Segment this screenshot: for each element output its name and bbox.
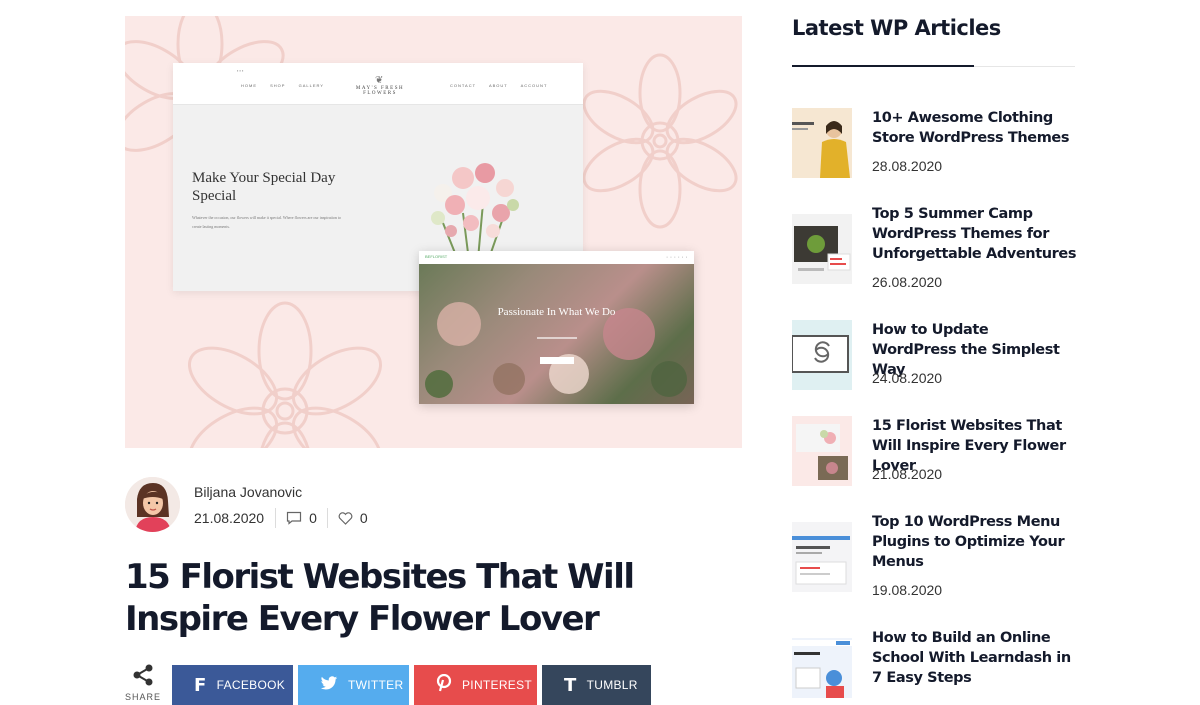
mockup-link: CONTACT xyxy=(450,83,477,88)
mockup-small-button xyxy=(540,357,574,364)
mockup-link: GALLERY xyxy=(298,83,324,88)
mockup-small-title: Passionate In What We Do xyxy=(497,306,616,318)
mockup-nav-tiny: ▪ ▪ ▪ xyxy=(237,68,244,73)
sidebar-article[interactable]: How to Update WordPress the Simplest Way… xyxy=(792,320,1077,392)
sidebar-article[interactable]: How to Build an Online School With Learn… xyxy=(792,628,1077,698)
facebook-label: FACEBOOK xyxy=(216,678,286,692)
leaf-icon: ❦ xyxy=(375,75,385,86)
sidebar-article[interactable]: Top 5 Summer Camp WordPress Themes for U… xyxy=(792,204,1077,294)
tumblr-share-button[interactable]: t TUMBLR xyxy=(542,665,651,705)
twitter-label: TWITTER xyxy=(348,678,404,692)
article-thumbnail[interactable] xyxy=(792,416,852,486)
share-label: SHARE xyxy=(125,692,162,702)
article-title[interactable]: 10+ Awesome Clothing Store WordPress The… xyxy=(872,108,1077,148)
mockup-nav-right-links: CONTACT ABOUT ACCOUNT xyxy=(450,83,558,88)
twitter-icon xyxy=(320,675,338,696)
author-name[interactable]: Biljana Jovanovic xyxy=(194,484,302,500)
author-avatar[interactable] xyxy=(125,477,180,532)
article-title[interactable]: Top 10 WordPress Menu Plugins to Optimiz… xyxy=(872,512,1077,572)
article-date: 26.08.2020 xyxy=(872,274,943,290)
article-title[interactable]: Top 5 Summer Camp WordPress Themes for U… xyxy=(872,204,1077,264)
mockup-link: HOME xyxy=(241,83,257,88)
mockup-small-logo: BEFLORIST xyxy=(425,254,448,259)
pinterest-label: PINTEREST xyxy=(462,678,533,692)
mockup-logo-text: MAY'S FRESH FLOWERS xyxy=(355,86,405,96)
sidebar-title-underline xyxy=(792,65,974,67)
article-thumbnail[interactable] xyxy=(792,108,852,178)
article-date: 19.08.2020 xyxy=(872,582,943,598)
mockup-nav-left-links: HOME SHOP GALLERY xyxy=(241,83,335,88)
featured-image[interactable]: ▪ ▪ ▪ HOME SHOP GALLERY ❦ MAY'S FRESH FL… xyxy=(125,16,742,448)
mockup-link: ACCOUNT xyxy=(520,83,548,88)
mockup-small-nav: BEFLORIST ▪ ▪ ▪ ▪ ▪ ▪ xyxy=(419,251,694,264)
article-thumbnail[interactable] xyxy=(792,522,852,592)
facebook-icon: f xyxy=(194,674,207,696)
article-title[interactable]: How to Build an Online School With Learn… xyxy=(872,628,1077,688)
article-thumbnail[interactable] xyxy=(792,320,852,390)
post-date: 21.08.2020 xyxy=(194,510,265,526)
mockup-nav: ▪ ▪ ▪ HOME SHOP GALLERY ❦ MAY'S FRESH FL… xyxy=(173,63,583,105)
article-thumbnail[interactable] xyxy=(792,638,852,698)
website-mockup-small: BEFLORIST ▪ ▪ ▪ ▪ ▪ ▪ Passionate In What… xyxy=(419,251,694,404)
heart-icon[interactable] xyxy=(338,511,353,525)
comment-icon[interactable] xyxy=(286,511,302,525)
mockup-logo: ❦ MAY'S FRESH FLOWERS xyxy=(342,75,418,97)
tumblr-icon: t xyxy=(564,674,577,696)
twitter-share-button[interactable]: TWITTER xyxy=(298,665,409,705)
meta-divider xyxy=(326,508,328,528)
facebook-share-button[interactable]: f FACEBOOK xyxy=(172,665,293,705)
article-thumbnail[interactable] xyxy=(792,214,852,284)
mockup-small-links: ▪ ▪ ▪ ▪ ▪ ▪ xyxy=(666,255,688,259)
share-icon[interactable] xyxy=(128,664,158,691)
flowers-photo-shapes xyxy=(425,302,687,398)
pinterest-icon xyxy=(436,673,452,697)
mockup-link: SHOP xyxy=(270,83,286,88)
article-date: 28.08.2020 xyxy=(872,158,943,174)
sidebar-article[interactable]: Top 10 WordPress Menu Plugins to Optimiz… xyxy=(792,512,1077,602)
meta-divider xyxy=(275,508,277,528)
article-date: 24.08.2020 xyxy=(872,370,943,386)
flowers-photo: Passionate In What We Do xyxy=(419,264,694,404)
mockup-subtext: Whatever the occasion, our flowers will … xyxy=(192,215,341,229)
pinterest-share-button[interactable]: PINTEREST xyxy=(414,665,537,705)
like-count[interactable]: 0 xyxy=(360,510,368,526)
sidebar-article[interactable]: 15 Florist Websites That Will Inspire Ev… xyxy=(792,416,1077,488)
sidebar-title: Latest WP Articles xyxy=(792,16,1001,40)
mockup-link: ABOUT xyxy=(488,83,508,88)
sidebar-article[interactable]: 10+ Awesome Clothing Store WordPress The… xyxy=(792,108,1077,180)
avatar-illustration xyxy=(125,477,180,532)
post-title: 15 Florist Websites That Will Inspire Ev… xyxy=(125,557,635,639)
mockup-heading: Make Your Special Day Special xyxy=(192,170,336,204)
post-meta: 21.08.2020 0 0 xyxy=(194,508,368,528)
comment-count[interactable]: 0 xyxy=(309,510,317,526)
article-date: 21.08.2020 xyxy=(872,466,943,482)
tumblr-label: TUMBLR xyxy=(586,678,638,692)
mockup-small-line xyxy=(537,337,577,339)
